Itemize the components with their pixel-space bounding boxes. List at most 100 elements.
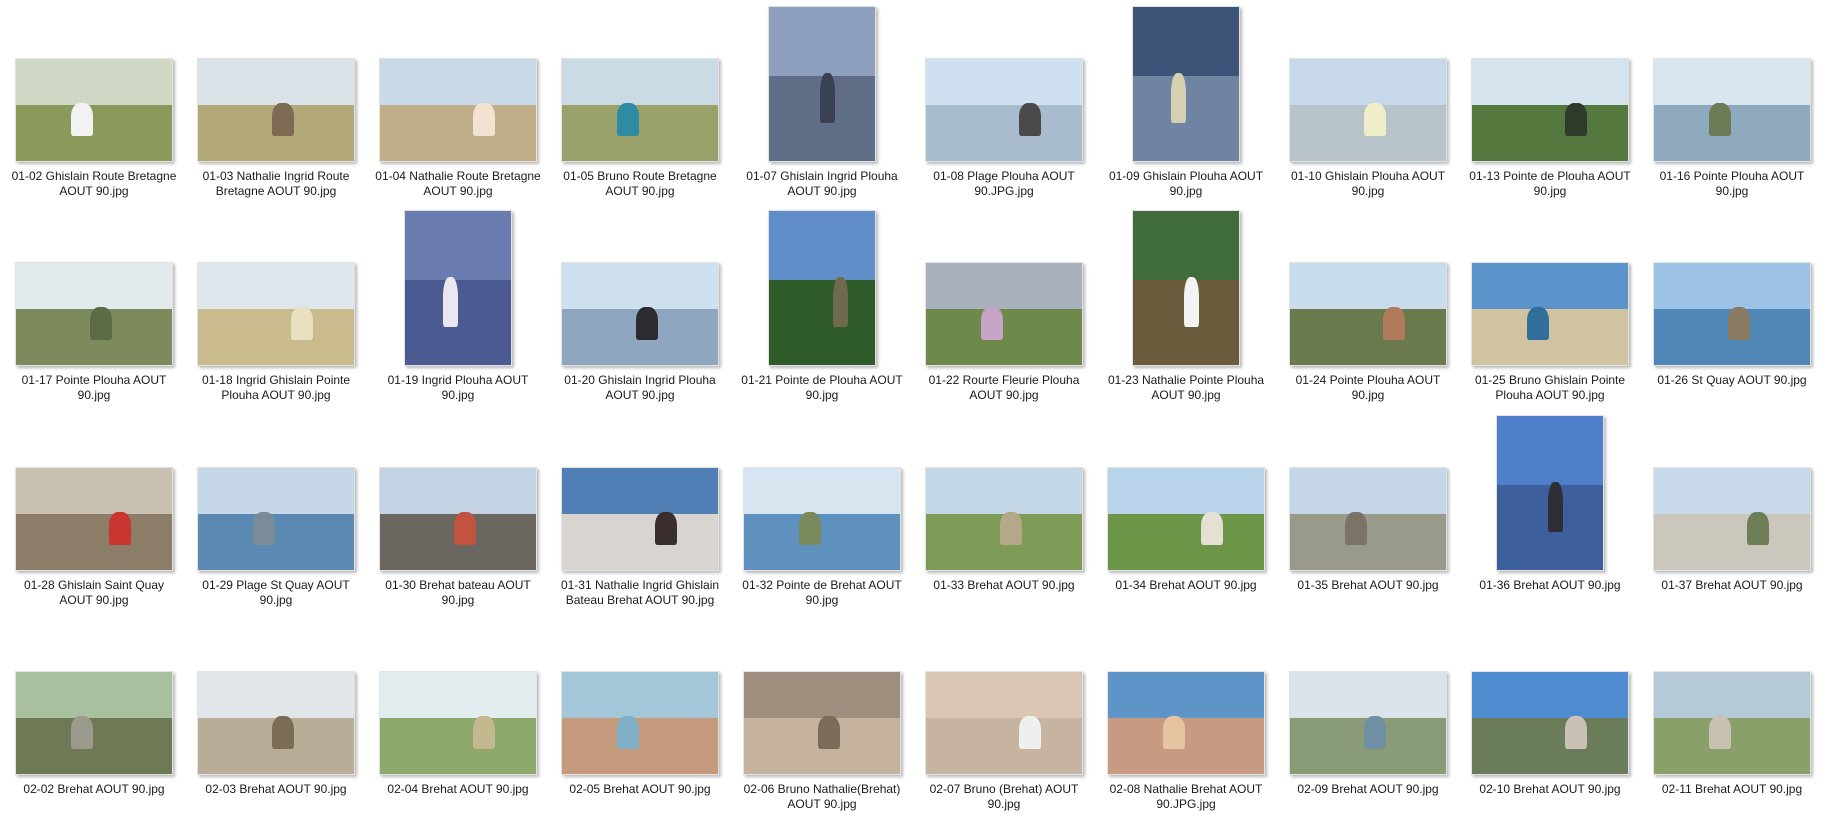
file-item[interactable]: 01-18 Ingrid Ghislain Pointe Plouha AOUT…	[185, 204, 367, 404]
thumbnail-frame	[1641, 204, 1823, 366]
file-item[interactable]: 01-09 Ghislain Plouha AOUT 90.jpg	[1095, 0, 1277, 200]
thumbnail-ground	[1133, 76, 1239, 161]
file-name-label: 01-03 Nathalie Ingrid Route Bretagne AOU…	[202, 169, 350, 198]
thumbnail-frame	[3, 409, 185, 571]
thumbnail-subject	[473, 716, 495, 749]
file-item[interactable]: 01-29 Plage St Quay AOUT 90.jpg	[185, 409, 367, 609]
file-item[interactable]: 01-20 Ghislain Ingrid Plouha AOUT 90.jpg	[549, 204, 731, 404]
thumbnail-sky	[562, 59, 718, 105]
image-thumbnail	[1132, 6, 1240, 162]
thumbnail-subject	[1163, 716, 1185, 749]
thumbnail-subject	[454, 512, 476, 545]
thumbnail-frame	[367, 613, 549, 775]
image-thumbnail	[1653, 671, 1811, 775]
file-item[interactable]: 01-23 Nathalie Pointe Plouha AOUT 90.jpg	[1095, 204, 1277, 404]
thumbnail-ground	[562, 104, 718, 161]
file-item[interactable]: 01-36 Brehat AOUT 90.jpg	[1459, 409, 1641, 609]
file-item[interactable]: 02-04 Brehat AOUT 90.jpg	[367, 613, 549, 813]
file-name-label: 01-32 Pointe de Brehat AOUT 90.jpg	[742, 578, 902, 607]
thumbnail-subject	[1565, 103, 1587, 136]
file-item[interactable]: 01-35 Brehat AOUT 90.jpg	[1277, 409, 1459, 609]
file-name-label: 01-22 Rourte Fleurie Plouha AOUT 90.jpg	[928, 373, 1080, 402]
file-item[interactable]: 01-28 Ghislain Saint Quay AOUT 90.jpg	[3, 409, 185, 609]
file-item[interactable]: 01-04 Nathalie Route Bretagne AOUT 90.jp…	[367, 0, 549, 200]
thumbnail-subject	[1565, 716, 1587, 749]
image-thumbnail	[768, 210, 876, 366]
thumbnail-ground	[1654, 513, 1810, 570]
thumbnail-frame	[549, 613, 731, 775]
file-item[interactable]: 01-07 Ghislain Ingrid Plouha AOUT 90.jpg	[731, 0, 913, 200]
thumbnail-subject	[818, 716, 840, 749]
file-name-label: 01-33 Brehat AOUT 90.jpg	[933, 578, 1075, 592]
file-item[interactable]: 02-06 Bruno Nathalie(Brehat) AOUT 90.jpg	[731, 613, 913, 813]
file-item[interactable]: 02-05 Brehat AOUT 90.jpg	[549, 613, 731, 813]
image-thumbnail	[925, 671, 1083, 775]
thumbnail-sky	[1654, 468, 1810, 514]
thumbnail-frame	[1459, 409, 1641, 571]
file-item[interactable]: 02-08 Nathalie Brehat AOUT 90.JPG.jpg	[1095, 613, 1277, 813]
file-name-label: 01-10 Ghislain Plouha AOUT 90.jpg	[1290, 169, 1446, 198]
file-name-label: 01-02 Ghislain Route Bretagne AOUT 90.jp…	[11, 169, 177, 198]
file-item[interactable]: 01-13 Pointe de Plouha AOUT 90.jpg	[1459, 0, 1641, 200]
file-grid: 01-02 Ghislain Route Bretagne AOUT 90.jp…	[0, 0, 1828, 817]
thumbnail-sky	[744, 468, 900, 514]
file-item[interactable]: 01-19 Ingrid Plouha AOUT 90.jpg	[367, 204, 549, 404]
thumbnail-ground	[926, 308, 1082, 365]
file-item[interactable]: 02-07 Bruno (Brehat) AOUT 90.jpg	[913, 613, 1095, 813]
thumbnail-subject	[1728, 307, 1750, 340]
file-name-label: 02-11 Brehat AOUT 90.jpg	[1661, 782, 1803, 796]
file-item[interactable]: 01-16 Pointe Plouha AOUT 90.jpg	[1641, 0, 1823, 200]
file-item[interactable]: 01-31 Nathalie Ingrid Ghislain Bateau Br…	[549, 409, 731, 609]
thumbnail-ground	[562, 717, 718, 774]
thumbnail-subject	[1548, 482, 1563, 532]
file-item[interactable]: 01-17 Pointe Plouha AOUT 90.jpg	[3, 204, 185, 404]
thumbnail-frame	[1277, 204, 1459, 366]
file-item[interactable]: 01-33 Brehat AOUT 90.jpg	[913, 409, 1095, 609]
thumbnail-subject	[1019, 103, 1041, 136]
thumbnail-sky	[926, 468, 1082, 514]
file-item[interactable]: 02-03 Brehat AOUT 90.jpg	[185, 613, 367, 813]
file-item[interactable]: 01-08 Plage Plouha AOUT 90.JPG.jpg	[913, 0, 1095, 200]
thumbnail-subject	[1201, 512, 1223, 545]
file-name-label: 02-08 Nathalie Brehat AOUT 90.JPG.jpg	[1109, 782, 1263, 811]
thumbnail-sky	[1290, 672, 1446, 718]
image-thumbnail	[561, 671, 719, 775]
thumbnail-sky	[198, 672, 354, 718]
file-item[interactable]: 02-02 Brehat AOUT 90.jpg	[3, 613, 185, 813]
thumbnail-subject	[1184, 277, 1199, 327]
file-name-label: 02-04 Brehat AOUT 90.jpg	[387, 782, 529, 796]
thumbnail-sky	[380, 468, 536, 514]
file-item[interactable]: 01-02 Ghislain Route Bretagne AOUT 90.jp…	[3, 0, 185, 200]
file-item[interactable]: 01-25 Bruno Ghislain Pointe Plouha AOUT …	[1459, 204, 1641, 404]
file-item[interactable]: 01-22 Rourte Fleurie Plouha AOUT 90.jpg	[913, 204, 1095, 404]
file-item[interactable]: 01-26 St Quay AOUT 90.jpg	[1641, 204, 1823, 404]
thumbnail-frame	[731, 409, 913, 571]
file-name-label: 01-18 Ingrid Ghislain Pointe Plouha AOUT…	[201, 373, 351, 402]
file-item[interactable]: 01-21 Pointe de Plouha AOUT 90.jpg	[731, 204, 913, 404]
image-thumbnail	[561, 467, 719, 571]
thumbnail-subject	[473, 103, 495, 136]
file-item[interactable]: 01-34 Brehat AOUT 90.jpg	[1095, 409, 1277, 609]
thumbnail-frame	[1459, 0, 1641, 162]
thumbnail-subject	[443, 277, 458, 327]
file-item[interactable]: 01-05 Bruno Route Bretagne AOUT 90.jpg	[549, 0, 731, 200]
file-item[interactable]: 01-30 Brehat bateau AOUT 90.jpg	[367, 409, 549, 609]
thumbnail-frame	[1095, 613, 1277, 775]
file-name-label: 02-06 Bruno Nathalie(Brehat) AOUT 90.jpg	[743, 782, 901, 811]
thumbnail-sky	[16, 468, 172, 514]
thumbnail-sky	[926, 263, 1082, 309]
file-item[interactable]: 01-37 Brehat AOUT 90.jpg	[1641, 409, 1823, 609]
thumbnail-sky	[1472, 263, 1628, 309]
thumbnail-ground	[562, 513, 718, 570]
file-item[interactable]: 02-10 Brehat AOUT 90.jpg	[1459, 613, 1641, 813]
file-item[interactable]: 02-11 Brehat AOUT 90.jpg	[1641, 613, 1823, 813]
file-name-label: 01-04 Nathalie Route Bretagne AOUT 90.jp…	[375, 169, 541, 198]
image-thumbnail	[925, 58, 1083, 162]
file-item[interactable]: 02-09 Brehat AOUT 90.jpg	[1277, 613, 1459, 813]
image-thumbnail	[379, 671, 537, 775]
file-item[interactable]: 01-24 Pointe Plouha AOUT 90.jpg	[1277, 204, 1459, 404]
file-item[interactable]: 01-32 Pointe de Brehat AOUT 90.jpg	[731, 409, 913, 609]
file-item[interactable]: 01-03 Nathalie Ingrid Route Bretagne AOU…	[185, 0, 367, 200]
thumbnail-ground	[1472, 104, 1628, 161]
file-item[interactable]: 01-10 Ghislain Plouha AOUT 90.jpg	[1277, 0, 1459, 200]
